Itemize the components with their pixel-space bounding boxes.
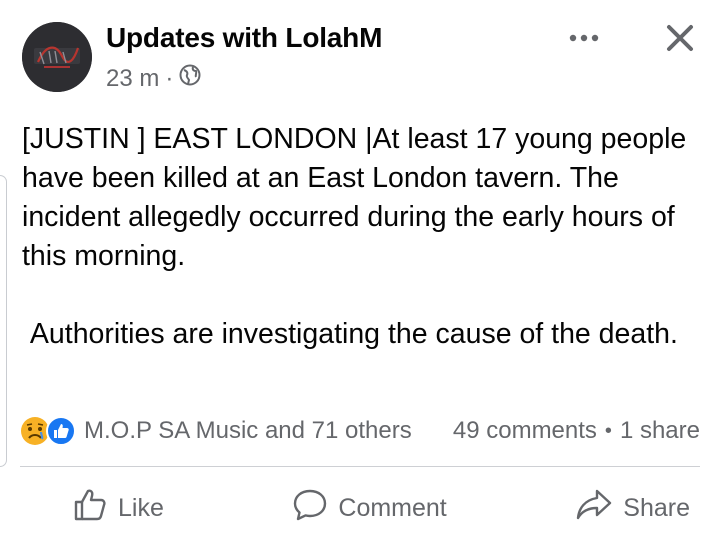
comment-bubble-icon	[292, 487, 328, 530]
meta-separator: ·	[165, 64, 174, 92]
more-dots-icon	[569, 34, 599, 42]
post-paragraph-1: [JUSTIN ] EAST LONDON |At least 17 young…	[22, 123, 687, 272]
post-paragraph-2: Authorities are investigating the cause …	[22, 318, 678, 350]
reactions-summary[interactable]: M.O.P SA Music and 71 others	[84, 417, 412, 445]
like-button[interactable]: Like	[20, 487, 212, 530]
comments-count[interactable]: 49 comments	[453, 417, 597, 445]
share-label: Share	[623, 493, 690, 522]
post-actions: Like Comment Share	[20, 480, 700, 536]
more-options-button[interactable]	[566, 24, 602, 52]
stats-separator: •	[604, 419, 612, 442]
post-header: Updates with LolahM 23 m ·	[20, 18, 700, 98]
previous-card-edge	[0, 175, 7, 467]
page-name[interactable]: Updates with LolahM	[106, 22, 382, 54]
reactions-bar: M.O.P SA Music and 71 others 49 comments…	[20, 414, 700, 448]
close-button[interactable]	[662, 20, 698, 56]
globe-icon	[179, 64, 201, 93]
like-reaction-icon	[46, 416, 76, 446]
post-text: [JUSTIN ] EAST LONDON |At least 17 young…	[22, 120, 707, 354]
comment-label: Comment	[338, 493, 447, 522]
comment-button[interactable]: Comment	[244, 487, 494, 530]
reaction-icons[interactable]	[20, 416, 76, 446]
close-icon	[667, 25, 693, 51]
like-label: Like	[118, 493, 164, 522]
post-timestamp[interactable]: 23 m	[106, 65, 159, 93]
post-meta: 23 m ·	[106, 64, 201, 93]
share-button[interactable]: Share	[527, 487, 700, 530]
page-avatar[interactable]	[22, 22, 92, 92]
shares-count[interactable]: 1 share	[620, 417, 700, 445]
share-arrow-icon	[575, 487, 613, 530]
thumbs-up-icon	[72, 487, 108, 530]
actions-divider	[20, 466, 700, 467]
